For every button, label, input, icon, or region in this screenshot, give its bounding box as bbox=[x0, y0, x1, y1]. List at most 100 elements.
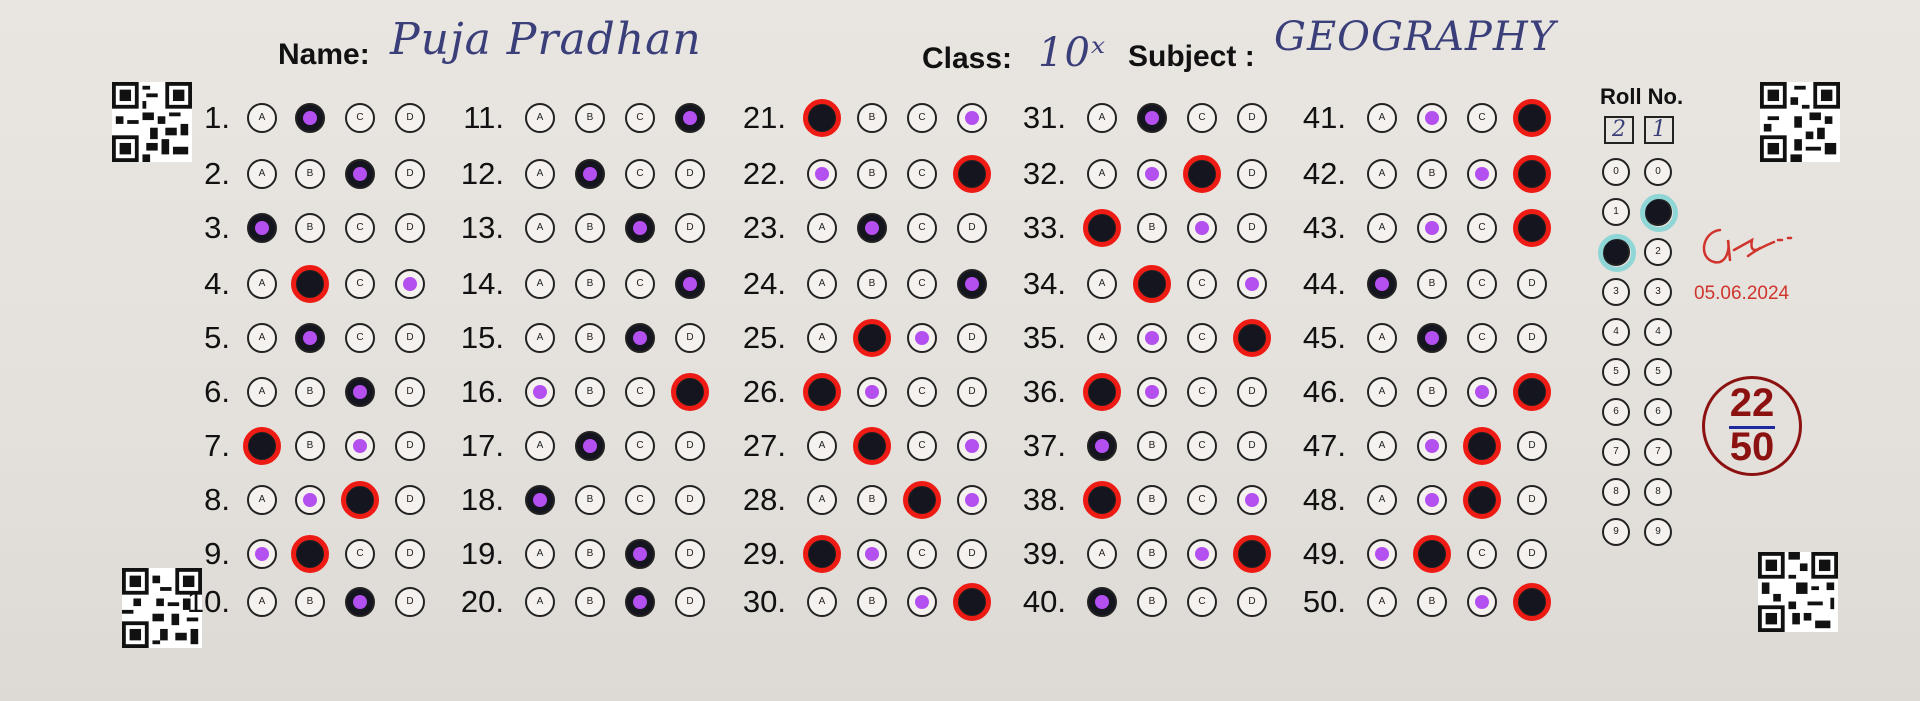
option-bubble-a[interactable] bbox=[803, 535, 841, 573]
option-bubble-c[interactable]: C bbox=[1187, 269, 1217, 299]
roll-digit-bubble[interactable]: 0 bbox=[1644, 158, 1672, 186]
option-bubble-d[interactable] bbox=[1233, 535, 1271, 573]
option-bubble-c[interactable]: C bbox=[625, 485, 655, 515]
option-bubble-d[interactable] bbox=[671, 373, 709, 411]
option-bubble-a[interactable]: A bbox=[1367, 323, 1397, 353]
option-bubble-d[interactable] bbox=[957, 269, 987, 299]
option-bubble-d[interactable]: D bbox=[395, 323, 425, 353]
option-bubble-d[interactable] bbox=[675, 269, 705, 299]
roll-digit-bubble[interactable]: 4 bbox=[1644, 318, 1672, 346]
option-bubble-c[interactable] bbox=[1187, 539, 1217, 569]
option-bubble-b[interactable] bbox=[295, 485, 325, 515]
option-bubble-a[interactable] bbox=[1083, 373, 1121, 411]
option-bubble-a[interactable]: A bbox=[1087, 323, 1117, 353]
option-bubble-d[interactable]: D bbox=[1237, 103, 1267, 133]
option-bubble-c[interactable]: C bbox=[1187, 377, 1217, 407]
option-bubble-d[interactable] bbox=[1233, 319, 1271, 357]
option-bubble-b[interactable] bbox=[1417, 213, 1447, 243]
option-bubble-a[interactable]: A bbox=[525, 213, 555, 243]
option-bubble-d[interactable] bbox=[675, 103, 705, 133]
option-bubble-b[interactable] bbox=[1137, 323, 1167, 353]
option-bubble-c[interactable]: C bbox=[907, 103, 937, 133]
option-bubble-b[interactable] bbox=[295, 323, 325, 353]
option-bubble-b[interactable] bbox=[1413, 535, 1451, 573]
option-bubble-b[interactable] bbox=[1417, 103, 1447, 133]
option-bubble-a[interactable]: A bbox=[1367, 159, 1397, 189]
option-bubble-d[interactable] bbox=[1513, 155, 1551, 193]
option-bubble-c[interactable]: C bbox=[907, 269, 937, 299]
option-bubble-a[interactable]: A bbox=[247, 103, 277, 133]
roll-digit-bubble[interactable]: 6 bbox=[1602, 398, 1630, 426]
option-bubble-b[interactable]: B bbox=[295, 377, 325, 407]
option-bubble-c[interactable]: C bbox=[625, 377, 655, 407]
option-bubble-b[interactable]: B bbox=[575, 323, 605, 353]
option-bubble-d[interactable]: D bbox=[957, 213, 987, 243]
option-bubble-a[interactable] bbox=[1087, 587, 1117, 617]
option-bubble-d[interactable]: D bbox=[957, 539, 987, 569]
option-bubble-b[interactable]: B bbox=[1137, 213, 1167, 243]
option-bubble-b[interactable] bbox=[291, 535, 329, 573]
option-bubble-b[interactable]: B bbox=[857, 103, 887, 133]
option-bubble-b[interactable] bbox=[1417, 323, 1447, 353]
option-bubble-b[interactable]: B bbox=[1417, 269, 1447, 299]
option-bubble-b[interactable]: B bbox=[857, 159, 887, 189]
option-bubble-b[interactable] bbox=[575, 159, 605, 189]
option-bubble-c[interactable]: C bbox=[625, 103, 655, 133]
option-bubble-b[interactable]: B bbox=[1417, 159, 1447, 189]
option-bubble-a[interactable] bbox=[1367, 539, 1397, 569]
option-bubble-a[interactable]: A bbox=[1087, 103, 1117, 133]
option-bubble-a[interactable]: A bbox=[525, 539, 555, 569]
option-bubble-c[interactable]: C bbox=[625, 431, 655, 461]
option-bubble-d[interactable] bbox=[1513, 99, 1551, 137]
option-bubble-a[interactable]: A bbox=[1367, 587, 1397, 617]
option-bubble-d[interactable] bbox=[395, 269, 425, 299]
option-bubble-a[interactable]: A bbox=[525, 159, 555, 189]
option-bubble-b[interactable] bbox=[295, 103, 325, 133]
option-bubble-a[interactable] bbox=[247, 213, 277, 243]
option-bubble-d[interactable]: D bbox=[395, 213, 425, 243]
option-bubble-b[interactable]: B bbox=[575, 269, 605, 299]
option-bubble-b[interactable] bbox=[857, 377, 887, 407]
option-bubble-d[interactable]: D bbox=[1517, 485, 1547, 515]
option-bubble-b[interactable]: B bbox=[575, 103, 605, 133]
option-bubble-a[interactable]: A bbox=[1367, 485, 1397, 515]
option-bubble-b[interactable]: B bbox=[295, 431, 325, 461]
option-bubble-d[interactable]: D bbox=[957, 323, 987, 353]
option-bubble-a[interactable]: A bbox=[247, 159, 277, 189]
option-bubble-a[interactable]: A bbox=[1087, 159, 1117, 189]
option-bubble-b[interactable] bbox=[1137, 159, 1167, 189]
roll-digit-bubble[interactable]: 5 bbox=[1644, 358, 1672, 386]
option-bubble-c[interactable]: C bbox=[1467, 539, 1497, 569]
option-bubble-d[interactable]: D bbox=[957, 377, 987, 407]
option-bubble-b[interactable]: B bbox=[1137, 431, 1167, 461]
option-bubble-d[interactable]: D bbox=[1237, 213, 1267, 243]
option-bubble-d[interactable]: D bbox=[1237, 159, 1267, 189]
option-bubble-d[interactable] bbox=[957, 431, 987, 461]
option-bubble-d[interactable]: D bbox=[1237, 431, 1267, 461]
option-bubble-a[interactable]: A bbox=[807, 587, 837, 617]
option-bubble-b[interactable]: B bbox=[295, 159, 325, 189]
roll-digit-bubble[interactable]: 8 bbox=[1644, 478, 1672, 506]
option-bubble-a[interactable]: A bbox=[525, 269, 555, 299]
option-bubble-c[interactable] bbox=[625, 213, 655, 243]
option-bubble-a[interactable]: A bbox=[807, 323, 837, 353]
option-bubble-c[interactable] bbox=[903, 481, 941, 519]
roll-digit-bubble[interactable]: 4 bbox=[1602, 318, 1630, 346]
option-bubble-c[interactable]: C bbox=[345, 103, 375, 133]
option-bubble-c[interactable] bbox=[625, 587, 655, 617]
option-bubble-d[interactable]: D bbox=[395, 103, 425, 133]
option-bubble-b[interactable]: B bbox=[857, 587, 887, 617]
option-bubble-a[interactable]: A bbox=[525, 103, 555, 133]
option-bubble-c[interactable]: C bbox=[1467, 213, 1497, 243]
option-bubble-a[interactable]: A bbox=[247, 377, 277, 407]
option-bubble-c[interactable]: C bbox=[1187, 431, 1217, 461]
option-bubble-a[interactable] bbox=[525, 485, 555, 515]
option-bubble-c[interactable] bbox=[625, 539, 655, 569]
option-bubble-c[interactable]: C bbox=[625, 159, 655, 189]
option-bubble-c[interactable] bbox=[907, 587, 937, 617]
option-bubble-a[interactable] bbox=[803, 99, 841, 137]
roll-digit-bubble[interactable]: 3 bbox=[1644, 278, 1672, 306]
roll-digit-bubble[interactable] bbox=[1598, 234, 1636, 272]
option-bubble-b[interactable] bbox=[291, 265, 329, 303]
option-bubble-d[interactable]: D bbox=[675, 431, 705, 461]
